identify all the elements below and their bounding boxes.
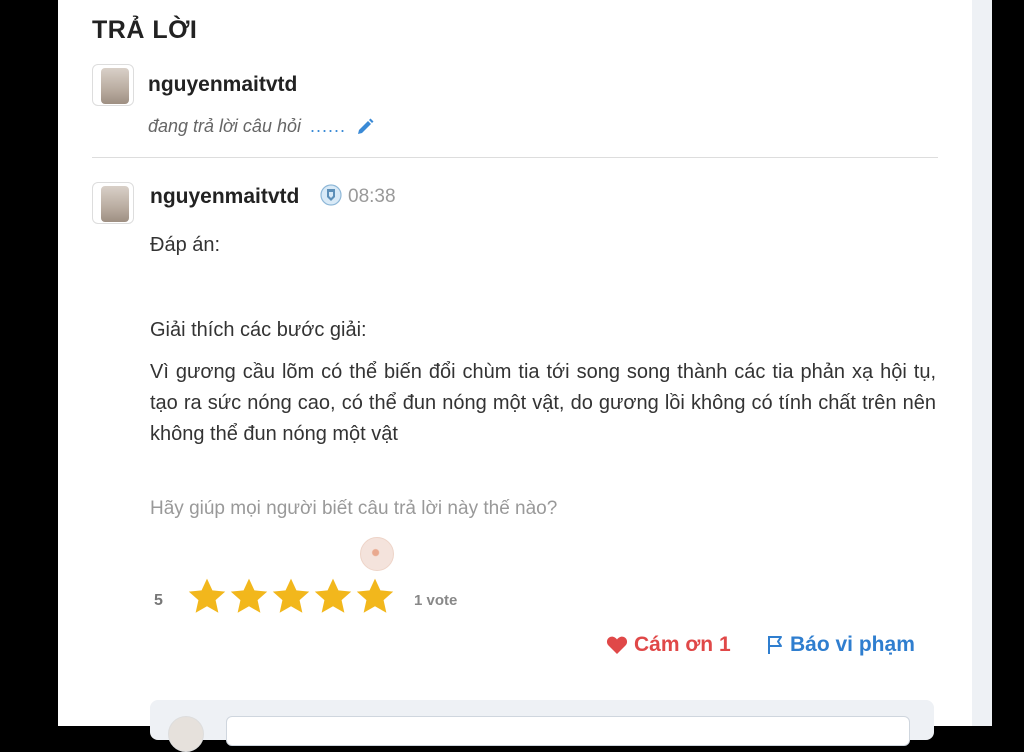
explain-label: Giải thích các bước giải: <box>150 319 367 341</box>
answer-time: 08:38 <box>348 186 396 207</box>
typing-dots: ...... <box>310 116 347 136</box>
comment-input[interactable] <box>226 716 910 746</box>
answer-username[interactable]: nguyenmaitvtd <box>150 185 299 209</box>
report-label: Báo vi phạm <box>790 633 915 656</box>
report-button[interactable]: Báo vi phạm <box>766 633 915 657</box>
star-icon[interactable] <box>312 576 354 618</box>
heart-icon <box>606 636 628 654</box>
left-black-bar <box>0 0 60 726</box>
answer-body: Vì gương cầu lõm có thể biến đổi chùm ti… <box>150 361 936 445</box>
typing-username[interactable]: nguyenmaitvtd <box>148 73 297 97</box>
typing-status: đang trả lời câu hỏi ...... <box>148 116 375 137</box>
rating-prompt: Hãy giúp mọi người biết câu trả lời này … <box>150 498 558 519</box>
rank-badge-icon <box>320 184 342 206</box>
answer-card: TRẢ LỜI nguyenmaitvtd đang trả lời câu h… <box>58 0 972 752</box>
comment-area <box>150 700 934 752</box>
typing-status-text: đang trả lời câu hỏi <box>148 116 301 136</box>
star-rating[interactable] <box>186 576 396 618</box>
reactor-avatar <box>360 537 394 571</box>
thanks-button[interactable]: Cám ơn 1 <box>606 633 731 657</box>
star-icon[interactable] <box>186 576 228 618</box>
section-title: TRẢ LỜI <box>92 16 198 44</box>
vote-count: 1 vote <box>414 592 458 609</box>
comment-avatar <box>168 716 204 752</box>
thanks-label: Cám ơn 1 <box>634 633 731 656</box>
star-icon[interactable] <box>354 576 396 618</box>
avatar[interactable] <box>92 64 134 106</box>
star-icon[interactable] <box>228 576 270 618</box>
right-black-bar <box>992 0 1024 726</box>
answer-avatar[interactable] <box>92 182 134 224</box>
divider <box>92 157 938 158</box>
flag-icon <box>768 636 782 654</box>
answer-label: Đáp án: <box>150 234 221 256</box>
star-icon[interactable] <box>270 576 312 618</box>
rating-value: 5 <box>154 592 163 609</box>
pencil-icon <box>358 118 374 135</box>
